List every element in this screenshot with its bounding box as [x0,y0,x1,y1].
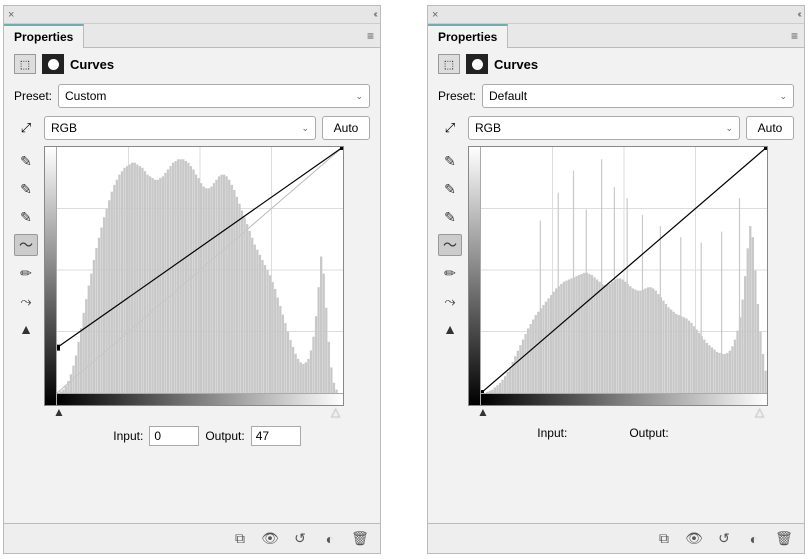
black-eyedropper-icon[interactable]: ✎ [438,150,462,172]
curves-graph[interactable] [44,146,344,406]
targeted-adjust-icon[interactable]: ⤢ [14,117,38,139]
titlebar: × ‹‹ [4,6,380,24]
adjustment-title-row: ⬚ Curves [428,48,804,80]
visibility-icon[interactable]: 👁 [684,530,704,547]
adjustment-name: Curves [70,57,114,72]
channel-select[interactable]: RGB ⌄ [468,116,740,140]
channel-value: RGB [51,121,77,135]
chevron-down-icon: ⌄ [355,91,363,102]
preset-select[interactable]: Custom ⌄ [58,84,370,108]
smooth-icon[interactable]: ⤳ [438,290,462,312]
chevron-down-icon: ⌄ [301,123,309,134]
trash-icon[interactable]: 🗑 [774,530,794,547]
panel-footer: ⧉ 👁 ↺ ◐ 🗑 [428,523,804,553]
preset-row: Preset: Custom ⌄ [4,80,380,112]
output-label: Output: [629,426,668,440]
auto-button[interactable]: Auto [322,116,370,140]
mask-icon[interactable] [466,54,488,74]
plot-area[interactable] [57,147,343,393]
preset-row: Preset: Default ⌄ [428,80,804,112]
pencil-tool-icon[interactable]: ✏ [438,262,462,284]
adjustment-title-row: ⬚ Curves [4,48,380,80]
reset-icon[interactable]: ↺ [714,530,734,547]
main-area: ✎ ✎ ✎ 〜 ✏ ⤳ ▲ [4,144,380,452]
panel-menu-icon[interactable]: ≡ [785,29,804,43]
main-area: ✎ ✎ ✎ 〜 ✏ ⤳ ▲ [428,144,804,446]
input-field[interactable]: 0 [149,426,199,446]
clip-warning-icon[interactable]: ▲ [14,318,38,340]
channel-select[interactable]: RGB ⌄ [44,116,316,140]
close-icon[interactable]: × [8,9,14,21]
titlebar: × ‹‹ [428,6,804,24]
clip-to-layer-icon[interactable]: ⧉ [230,530,250,547]
output-field[interactable]: 47 [251,426,301,446]
collapse-icon[interactable]: ‹‹ [797,9,800,20]
panel-menu-icon[interactable]: ≡ [361,29,380,43]
curves-graph[interactable] [468,146,768,406]
slider-row: ▲ △ [44,406,344,420]
adjustment-icon[interactable]: ⬚ [438,54,460,74]
adjustment-name: Curves [494,57,538,72]
mask-icon[interactable] [42,54,64,74]
trash-icon[interactable]: 🗑 [350,530,370,547]
white-point-slider[interactable]: △ [755,405,764,419]
tool-column: ✎ ✎ ✎ 〜 ✏ ⤳ ▲ [438,146,464,446]
preset-value: Default [489,89,527,103]
chevron-down-icon: ⌄ [725,123,733,134]
io-row: Input: Output: [468,420,794,446]
clip-to-layer-icon[interactable]: ⧉ [654,530,674,547]
pencil-tool-icon[interactable]: ✏ [14,262,38,284]
previous-state-icon[interactable]: ◐ [744,531,764,547]
input-gradient [481,393,767,405]
chevron-down-icon: ⌄ [779,91,787,102]
output-label: Output: [205,429,244,443]
io-row: Input: 0 Output: 47 [44,420,370,452]
channel-row: ⤢ RGB ⌄ Auto [428,112,804,144]
gray-eyedropper-icon[interactable]: ✎ [14,178,38,200]
previous-state-icon[interactable]: ◐ [320,531,340,547]
graph-wrap: ▲ △ Input: Output: [468,146,794,446]
properties-panel-right: × ‹‹ Properties ≡ ⬚ Curves Preset: Defau… [427,5,805,554]
gray-eyedropper-icon[interactable]: ✎ [438,178,462,200]
black-point-slider[interactable]: ▲ [477,405,489,419]
output-gradient [469,147,481,405]
input-label: Input: [113,429,143,443]
white-eyedropper-icon[interactable]: ✎ [14,206,38,228]
adjustment-icon[interactable]: ⬚ [14,54,36,74]
tool-column: ✎ ✎ ✎ 〜 ✏ ⤳ ▲ [14,146,40,452]
output-gradient [45,147,57,405]
graph-wrap: ▲ △ Input: 0 Output: 47 [44,146,370,452]
reset-icon[interactable]: ↺ [290,530,310,547]
white-eyedropper-icon[interactable]: ✎ [438,206,462,228]
channel-value: RGB [475,121,501,135]
plot-area[interactable] [481,147,767,393]
panel-footer: ⧉ 👁 ↺ ◐ 🗑 [4,523,380,553]
preset-value: Custom [65,89,106,103]
tab-properties[interactable]: Properties [428,24,508,48]
preset-label: Preset: [14,89,52,103]
curve-point-tool-icon[interactable]: 〜 [14,234,38,256]
slider-row: ▲ △ [468,406,768,420]
curve-point-tool-icon[interactable]: 〜 [438,234,462,256]
smooth-icon[interactable]: ⤳ [14,290,38,312]
targeted-adjust-icon[interactable]: ⤢ [438,117,462,139]
input-gradient [57,393,343,405]
clip-warning-icon[interactable]: ▲ [438,318,462,340]
tab-properties[interactable]: Properties [4,24,84,48]
auto-button[interactable]: Auto [746,116,794,140]
preset-label: Preset: [438,89,476,103]
visibility-icon[interactable]: 👁 [260,530,280,547]
preset-select[interactable]: Default ⌄ [482,84,794,108]
input-label: Input: [537,426,567,440]
white-point-slider[interactable]: △ [331,405,340,419]
close-icon[interactable]: × [432,9,438,21]
tab-row: Properties ≡ [428,24,804,48]
tab-row: Properties ≡ [4,24,380,48]
collapse-icon[interactable]: ‹‹ [373,9,376,20]
channel-row: ⤢ RGB ⌄ Auto [4,112,380,144]
black-eyedropper-icon[interactable]: ✎ [14,150,38,172]
black-point-slider[interactable]: ▲ [53,405,65,419]
properties-panel-left: × ‹‹ Properties ≡ ⬚ Curves Preset: Custo… [3,5,381,554]
